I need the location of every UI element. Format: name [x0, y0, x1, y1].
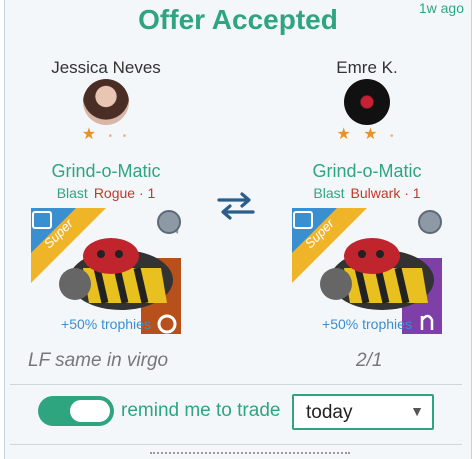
card-level: · 1	[138, 185, 156, 201]
reminder-label: remind me to trade	[121, 400, 281, 421]
right-username[interactable]: Emre K.	[287, 57, 447, 79]
rating-stars: ★ • •	[26, 125, 186, 145]
stars-filled: ★	[81, 126, 101, 143]
card-mod: Bulwark	[350, 185, 401, 201]
left-card[interactable]: Super +50% trophies	[31, 208, 181, 334]
right-note: 2/1	[356, 350, 383, 371]
chevron-down-icon: ▼	[410, 403, 424, 419]
rating-stars: ★ ★ •	[287, 125, 447, 145]
reminder-select[interactable]: today ▼	[292, 394, 434, 430]
right-trader: Emre K. ★ ★ • Grind-o-Matic Blast Bulwark…	[287, 57, 447, 203]
bottom-cutoff	[150, 452, 350, 458]
swap-arrows-icon	[217, 192, 255, 220]
card-tags: Blast Rogue · 1	[26, 183, 186, 203]
card-type: Blast	[56, 185, 88, 201]
left-username[interactable]: Jessica Neves	[26, 57, 186, 79]
avatar[interactable]	[344, 79, 390, 125]
stars-empty: •	[390, 131, 398, 142]
divider	[10, 444, 462, 445]
left-trader: Jessica Neves ★ • • Grind-o-Matic Blast R…	[26, 57, 186, 203]
card-name[interactable]: Grind-o-Matic	[287, 161, 447, 183]
stars-empty: • •	[108, 131, 131, 142]
card-tags: Blast Bulwark · 1	[287, 183, 447, 203]
page-title: Offer Accepted	[138, 4, 338, 35]
divider	[10, 384, 462, 385]
stars-filled: ★ ★	[336, 126, 382, 143]
avatar[interactable]	[83, 79, 129, 125]
left-note: LF same in virgo	[28, 350, 169, 371]
timestamp: 1w ago	[418, 0, 464, 16]
right-card[interactable]: Super +50% trophies	[292, 208, 442, 334]
reminder-toggle[interactable]	[38, 396, 114, 426]
card-name[interactable]: Grind-o-Matic	[26, 161, 186, 183]
card-mod: Rogue	[93, 185, 136, 201]
toggle-knob	[68, 398, 112, 424]
select-value: today	[306, 402, 353, 423]
card-type: Blast	[313, 185, 345, 201]
card-level: · 1	[404, 185, 421, 201]
trophy-bonus: +50% trophies	[322, 316, 412, 332]
trophy-bonus: +50% trophies	[61, 316, 151, 332]
